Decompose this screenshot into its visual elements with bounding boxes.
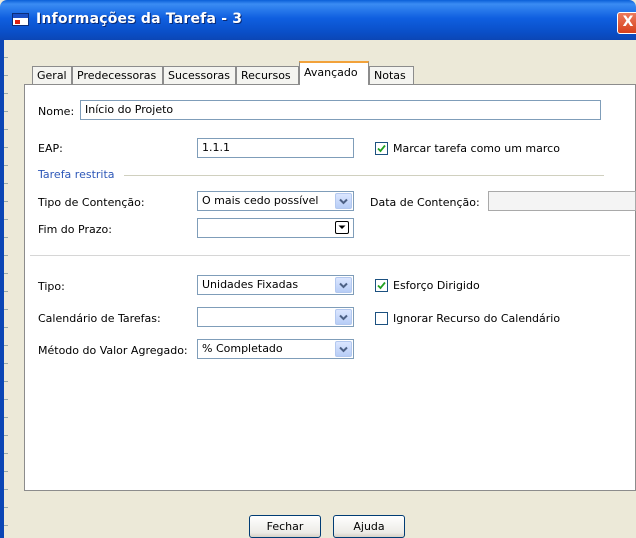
type-label: Tipo: — [38, 280, 65, 293]
title-bar: Informações da Tarefa - 3 X — [0, 0, 636, 40]
earned-value-select[interactable]: % Completado — [197, 339, 354, 359]
constraint-type-value: O mais cedo possível — [202, 194, 319, 207]
effort-driven-label: Esforço Dirigido — [393, 279, 480, 292]
task-window-icon — [12, 13, 29, 26]
calendar-dropdown-icon[interactable] — [335, 221, 349, 234]
chevron-down-icon[interactable] — [335, 309, 352, 325]
tab-predecessoras[interactable]: Predecessoras — [72, 66, 163, 84]
check-icon — [377, 144, 386, 153]
deadline-field[interactable] — [197, 218, 354, 238]
milestone-checkbox[interactable] — [375, 142, 388, 155]
earned-value-label: Método do Valor Agregado: — [38, 344, 188, 357]
help-button[interactable]: Ajuda — [333, 515, 405, 538]
ignore-calendar-label: Ignorar Recurso do Calendário — [393, 312, 561, 325]
tab-geral[interactable]: Geral — [32, 66, 72, 84]
name-field[interactable]: Início do Projeto — [80, 100, 601, 120]
constraint-date-field[interactable] — [488, 191, 636, 211]
tab-avancado[interactable]: Avançado — [299, 61, 369, 85]
tab-sucessoras[interactable]: Sucessoras — [163, 66, 236, 84]
chevron-down-icon[interactable] — [335, 277, 352, 293]
section-divider — [124, 175, 604, 176]
name-label: Nome: — [38, 105, 75, 118]
check-icon — [377, 281, 386, 290]
chevron-down-icon[interactable] — [335, 341, 352, 357]
ignore-calendar-checkbox[interactable] — [375, 312, 388, 325]
deadline-label: Fim do Prazo: — [38, 223, 112, 236]
constraint-section-title: Tarefa restrita — [38, 168, 115, 181]
background-ruler — [4, 40, 8, 538]
constraint-type-select[interactable]: O mais cedo possível — [197, 191, 354, 211]
type-value: Unidades Fixadas — [202, 278, 299, 291]
milestone-label: Marcar tarefa como um marco — [393, 142, 560, 155]
constraint-date-label: Data de Contenção: — [370, 196, 480, 209]
type-select[interactable]: Unidades Fixadas — [197, 275, 354, 295]
close-window-button[interactable]: X — [617, 12, 636, 34]
close-button[interactable]: Fechar — [249, 515, 321, 538]
tab-notas[interactable]: Notas — [369, 66, 414, 84]
form-separator — [30, 255, 630, 256]
window-title: Informações da Tarefa - 3 — [36, 11, 243, 27]
tab-recursos[interactable]: Recursos — [236, 66, 299, 84]
chevron-down-icon[interactable] — [335, 193, 352, 209]
eap-field[interactable]: 1.1.1 — [197, 138, 354, 158]
eap-label: EAP: — [38, 142, 63, 155]
calendar-label: Calendário de Tarefas: — [38, 312, 161, 325]
calendar-select[interactable] — [197, 307, 354, 327]
effort-driven-checkbox[interactable] — [375, 279, 388, 292]
earned-value-value: % Completado — [202, 342, 283, 355]
constraint-type-label: Tipo de Contenção: — [38, 196, 145, 209]
